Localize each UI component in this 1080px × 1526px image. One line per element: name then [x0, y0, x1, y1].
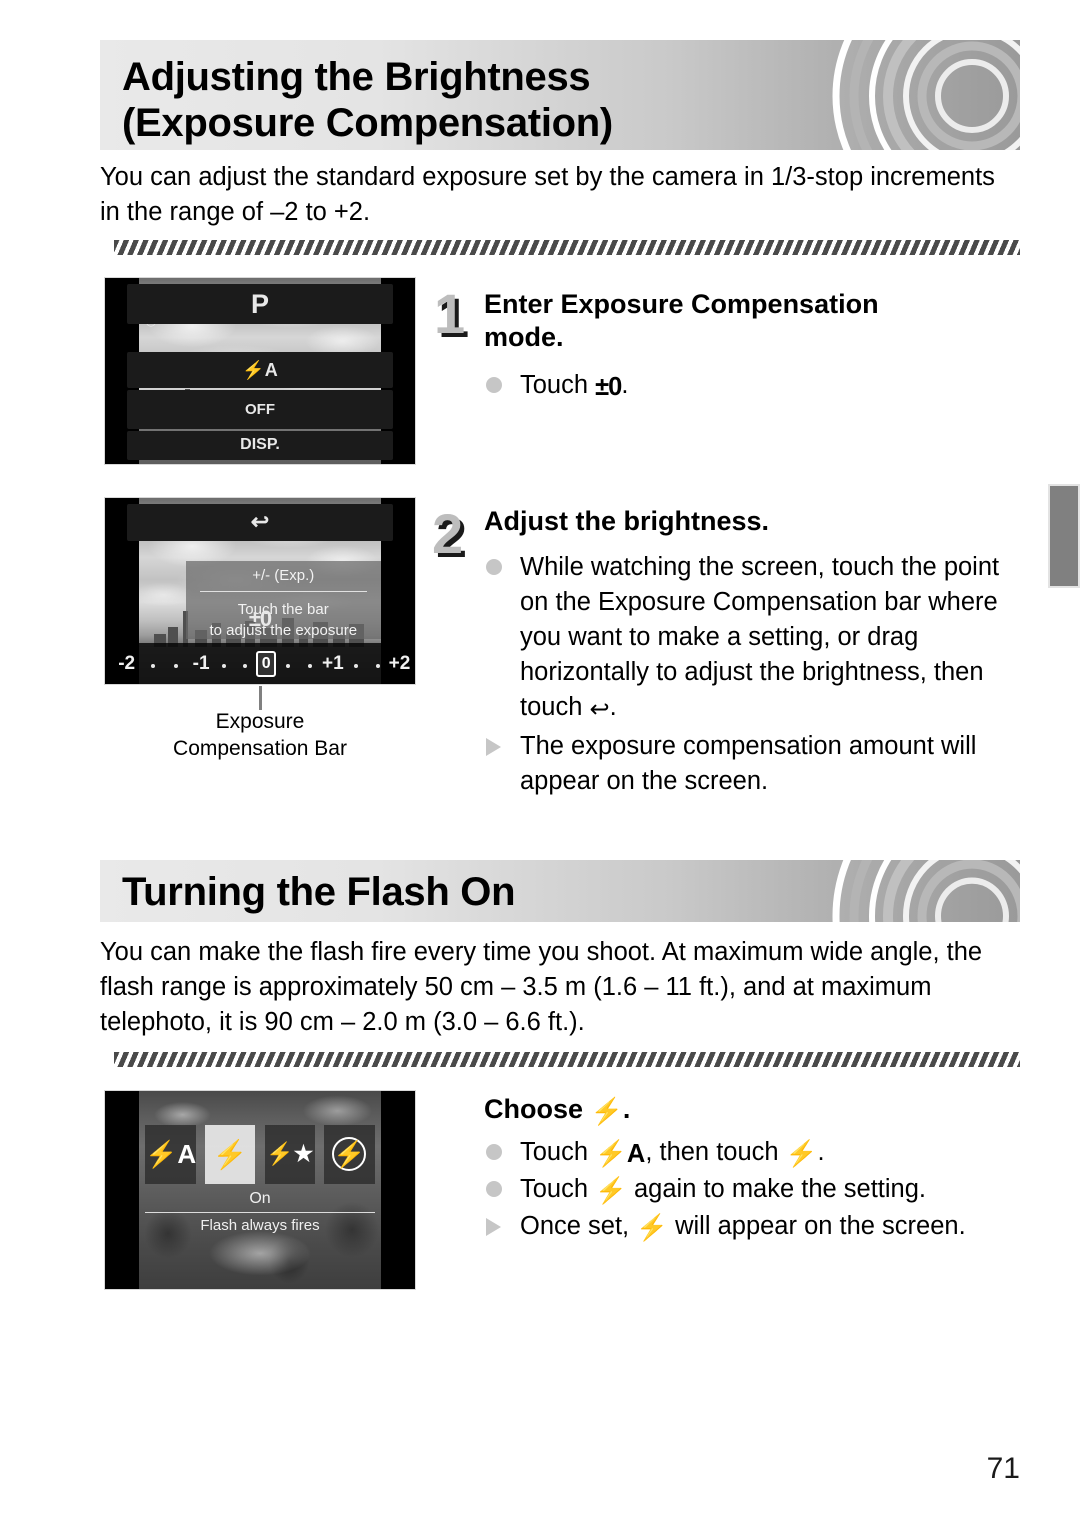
chapter-tab-marker [1048, 484, 1080, 588]
exposure-compensation-bar[interactable]: -2 -1 0 +1 +2 [105, 643, 415, 684]
exposure-bar-caption: Exposure Compensation Bar [173, 710, 347, 760]
disp-button[interactable]: DISP. [126, 430, 394, 461]
exposure-value-display: ±0 [248, 605, 272, 631]
exp-cursor-current-value[interactable]: 0 [256, 650, 277, 677]
section-heading-banner-brightness: Adjusting the Brightness (Exposure Compe… [100, 40, 1020, 150]
bullet-triangle-marker [486, 1218, 501, 1236]
bullet-text: , then touch [645, 1138, 786, 1166]
bullet-circle-marker [486, 1144, 502, 1160]
section-intro-flash: You can make the flash fire every time y… [100, 938, 983, 1036]
bullet-text-tail: . [621, 371, 629, 399]
exp-tick-minus2: -2 [118, 652, 136, 674]
section-title-brightness: Adjusting the Brightness (Exposure Compe… [122, 55, 613, 145]
camera-screen-flash-options: ⚡A ⚡ ⚡★ ⚡ On Flash always fires [104, 1090, 416, 1290]
bullet-text: again to make the setting. [626, 1175, 927, 1203]
step-2-title: Adjust the brightness. [484, 506, 770, 536]
bullet-text: . [817, 1138, 825, 1166]
exp-tick-minus1: -1 [192, 652, 210, 674]
camera-screen-exposure-bar: +/- (Exp.) Touch the bar to adjust the e… [104, 497, 416, 685]
step-1-bullets: Touch ±0. [484, 368, 1024, 405]
bullet-item: Touch ⚡A, then touch ⚡. [484, 1135, 1029, 1172]
caption-leader-line [259, 686, 262, 710]
exp-tick-plus2: +2 [388, 652, 411, 674]
bullet-text: Touch [520, 371, 596, 399]
self-timer-off-button[interactable]: OFF [126, 391, 394, 427]
step-2-bullets: While watching the screen, touch the poi… [484, 550, 1029, 799]
flash-glyph-icon: ⚡ [590, 1096, 623, 1126]
step-number-2: 2 [432, 502, 464, 565]
bullet-text: Touch [520, 1138, 596, 1166]
flash-auto-button[interactable]: ⚡A [126, 352, 394, 388]
bullet-item: Once set, ⚡ will appear on the screen. [484, 1209, 1029, 1246]
bullet-text: will appear on the screen. [668, 1212, 966, 1240]
bullet-circle-marker [486, 377, 502, 393]
flash-auto-glyph-icon: ⚡A [595, 1140, 646, 1168]
bullet-text: Touch [520, 1175, 596, 1203]
bullet-item: While watching the screen, touch the poi… [484, 550, 1029, 727]
step-number-1: 1 [434, 282, 466, 345]
lcd-right-bar-3 [380, 1091, 415, 1289]
camera-screen-shooting-mode: ▥ ◣ ▦ ◎ ISOAUTO P ±0 FUNC. ⚡A OFF DISP. [104, 277, 416, 465]
exposure-glyph-icon: ±0 [595, 373, 622, 401]
bullet-triangle-marker [486, 738, 501, 756]
section-intro-brightness: You can adjust the standard exposure set… [100, 163, 995, 226]
flash-step-title: Choose ⚡. [484, 1094, 631, 1126]
bullet-circle-marker [486, 559, 502, 575]
page-number: 71 [986, 1452, 1020, 1485]
bullet-circle-marker [486, 1181, 502, 1197]
bullet-text-tail: . [609, 693, 617, 721]
bullet-text: The exposure compensation amount will ap… [520, 732, 977, 795]
manual-page: Adjusting the Brightness (Exposure Compe… [0, 0, 1080, 1526]
back-arrow-glyph-icon: ↩ [589, 696, 610, 723]
bullet-item: Touch ±0. [484, 368, 1024, 405]
hatched-divider-2 [114, 1052, 1020, 1067]
bullet-text: Once set, [520, 1212, 637, 1240]
step-1-title: Enter Exposure Compensation mode. [484, 289, 879, 352]
section-title-flash: Turning the Flash On [122, 870, 516, 914]
flash-step-bullets: Touch ⚡A, then touch ⚡. Touch ⚡ again to… [484, 1135, 1029, 1246]
bullet-item: The exposure compensation amount will ap… [484, 729, 1029, 799]
back-button[interactable]: ↩ [126, 503, 394, 541]
flash-on-glyph-icon: ⚡ [785, 1140, 818, 1168]
flash-on-glyph-icon: ⚡ [595, 1177, 627, 1205]
section-heading-banner-flash: Turning the Flash On [100, 860, 1020, 922]
bullet-item: Touch ⚡ again to make the setting. [484, 1172, 1029, 1209]
exp-tick-plus1: +1 [322, 652, 344, 674]
hatched-divider-1 [114, 240, 1020, 255]
flash-on-glyph-icon: ⚡ [636, 1214, 668, 1242]
lcd-left-bar-3 [105, 1091, 140, 1289]
mode-button-p[interactable]: P [126, 283, 394, 325]
